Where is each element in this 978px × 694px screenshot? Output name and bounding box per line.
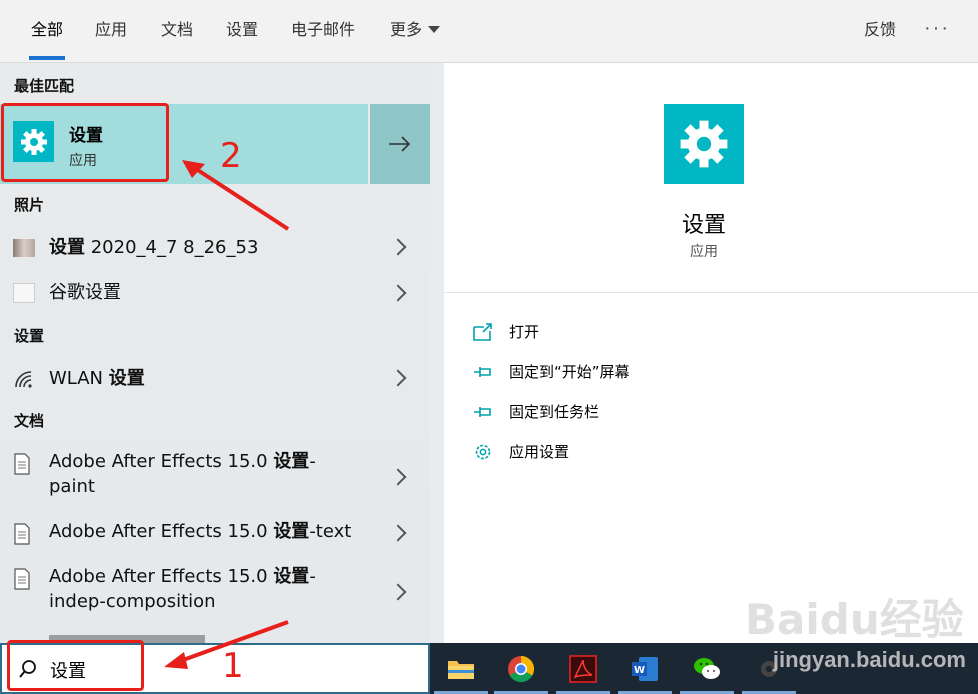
annotation-arrows <box>164 160 290 669</box>
annotation-number-2: 2 <box>220 136 242 176</box>
annotation-number-1: 1 <box>222 646 244 686</box>
